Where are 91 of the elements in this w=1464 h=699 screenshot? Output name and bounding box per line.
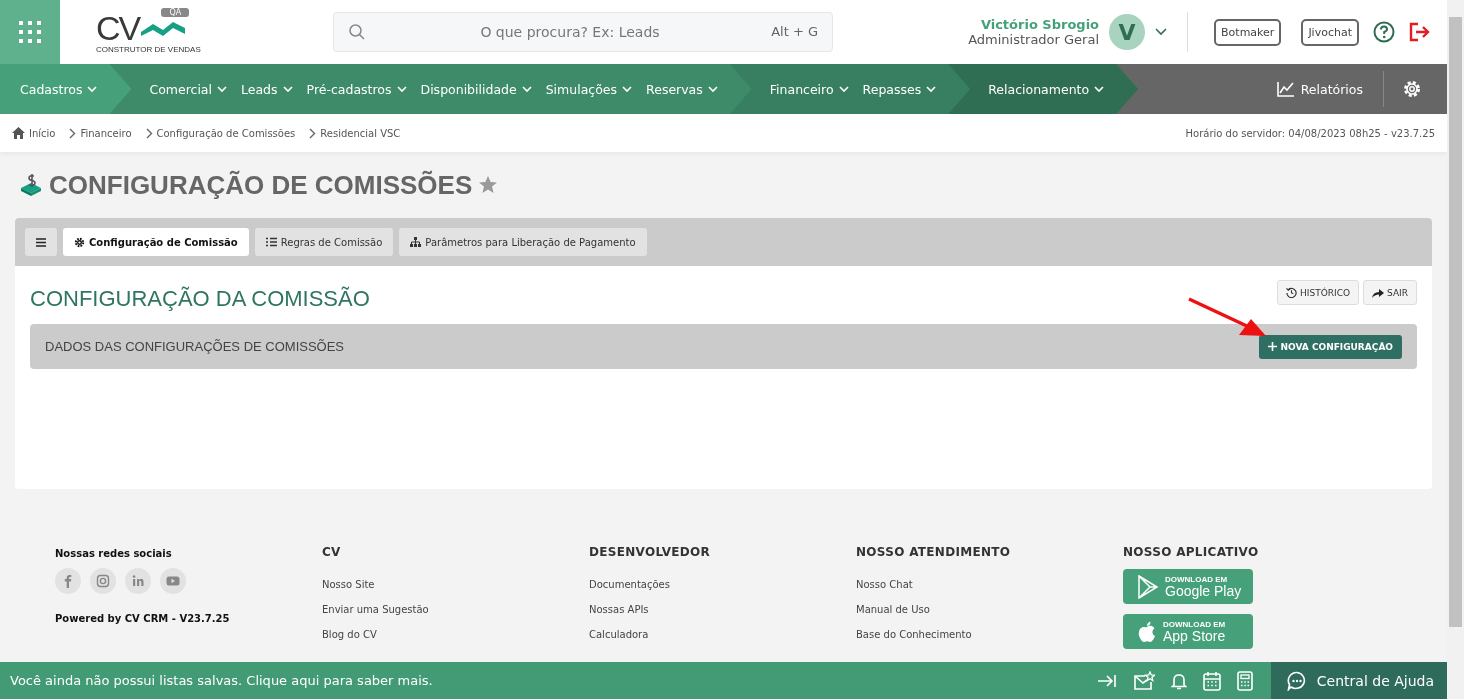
history-icon [1286,287,1298,298]
calendar-icon[interactable] [1202,670,1221,691]
facebook-icon[interactable] [55,568,81,594]
action-button[interactable]: SAIR [1363,280,1417,305]
gear-icon [74,236,85,248]
user-name: Victório Sbrogio [980,17,1100,32]
help-icon[interactable] [1373,21,1395,43]
action-button[interactable]: HISTÓRICO [1277,280,1360,305]
tab[interactable]: Configuração de Comissão [63,228,249,256]
chevron-down-icon [707,85,718,93]
section-title: CONFIGURAÇÃO DA COMISSÃO [30,285,370,312]
footer-link[interactable]: Base do Conhecimento [856,629,972,640]
powered-by: Powered by CV CRM - V23.7.25 [55,613,230,624]
tab[interactable]: Regras de Comissão [254,228,394,256]
breadcrumb-link[interactable]: Residencial VSC [320,127,401,139]
menu-button[interactable] [25,228,57,256]
chevron-down-icon [838,85,849,93]
logo[interactable]: CV QA CONSTRUTOR DE VENDAS [96,10,206,54]
reports-link[interactable]: Relatórios [1276,81,1363,97]
server-time: Horário do servidor: 04/08/2023 08h25 - v23.7.25 [1185,127,1435,139]
search-icon [348,23,366,41]
breadcrumb-link[interactable]: Início [29,127,56,139]
nav-menu-item[interactable]: Financeiro [769,81,849,97]
footer-heading: NOSSO APLICATIVO [1123,545,1259,559]
footer-link[interactable]: Enviar uma Sugestão [322,604,429,615]
play-triangle-icon [1137,574,1159,599]
chevron-down-icon [926,85,937,93]
panel-title: DADOS DAS CONFIGURAÇÕES DE COMISSÕES [45,339,345,354]
star-icon[interactable] [478,175,499,195]
integration-button[interactable]: Botmaker [1214,18,1282,46]
chevron-down-icon [1094,85,1105,93]
list-icon [265,237,277,247]
footer-link[interactable]: Nosso Chat [856,579,913,590]
chevron-down-icon [217,85,227,93]
breadcrumb-link[interactable]: Financeiro [80,127,132,139]
chat-bubble-icon [1286,670,1307,691]
settings-icon[interactable] [1402,79,1422,99]
mail-star-icon[interactable] [1132,670,1155,691]
hierarchy-icon [410,237,422,247]
money-stack-icon [19,173,43,197]
footer-heading: DESENVOLVEDOR [589,545,711,559]
new-configuration-button[interactable]: NOVA CONFIGURAÇÃO [1258,334,1402,359]
footer-link[interactable]: Blog do CV [322,629,377,640]
chevron-right-icon [145,127,153,139]
chevron-down-icon [282,85,293,93]
line-chart-icon [1276,81,1295,97]
chevron-right-icon [309,127,317,139]
linkedin-icon[interactable] [125,568,151,594]
shortcut-hint: Alt + G [771,24,818,39]
user-role: Administrador Geral [968,32,1100,47]
nav-menu-item[interactable]: Pré-cadastros [306,81,407,97]
grid-icon [18,20,42,44]
nav-menu-item[interactable]: Relacionamento [988,81,1105,97]
collapse-icon[interactable] [1096,672,1117,689]
nav-menu-item[interactable]: Reservas [646,81,718,97]
nav-menu-item[interactable]: Comercial [149,81,227,97]
help-center-button[interactable]: Central de Ajuda [1270,662,1447,699]
footer-heading: CV [322,545,341,559]
nav-menu-item[interactable]: Repasses [862,81,937,97]
footer-link[interactable]: Nossas APIs [589,604,649,615]
social-title: Nossas redes sociais [55,548,172,559]
nav-menu-item[interactable]: Leads [241,81,293,97]
bell-icon[interactable] [1170,671,1187,690]
chevron-down-icon [87,85,98,93]
page-title: CONFIGURAÇÃO DE COMISSÕES [49,169,473,201]
instagram-icon[interactable] [90,568,116,594]
tab[interactable]: Parâmetros para Liberação de Pagamento [399,228,647,256]
logout-icon[interactable] [1409,22,1431,42]
share-arrow-icon [1372,287,1385,298]
chevron-right-icon [69,127,77,139]
chevron-down-icon [396,85,407,93]
footer-link[interactable]: Documentações [589,579,670,590]
apple-icon [1137,620,1157,643]
nav-menu-item[interactable]: Disponibilidade [420,81,532,97]
integration-button[interactable]: Jivochat [1301,18,1359,46]
home-icon[interactable] [12,127,25,139]
footer-link[interactable]: Nosso Site [322,579,375,590]
footer-link[interactable]: Manual de Uso [856,604,930,615]
chevron-down-icon[interactable] [1155,28,1168,36]
chevron-down-icon [521,85,532,93]
youtube-icon[interactable] [160,568,186,594]
footer-link[interactable]: Calculadora [589,629,649,640]
plus-icon [1267,342,1277,351]
breadcrumb-link[interactable]: Configuração de Comissões [156,127,296,139]
apps-menu-button[interactable] [0,0,60,64]
chevron-down-icon [622,85,633,93]
user-avatar[interactable]: V [1109,14,1146,50]
menu-icon [36,237,46,247]
calculator-icon[interactable] [1236,670,1253,691]
footer-heading: NOSSO ATENDIMENTO [856,545,1011,559]
nav-menu-item[interactable]: Simulações [545,81,633,97]
